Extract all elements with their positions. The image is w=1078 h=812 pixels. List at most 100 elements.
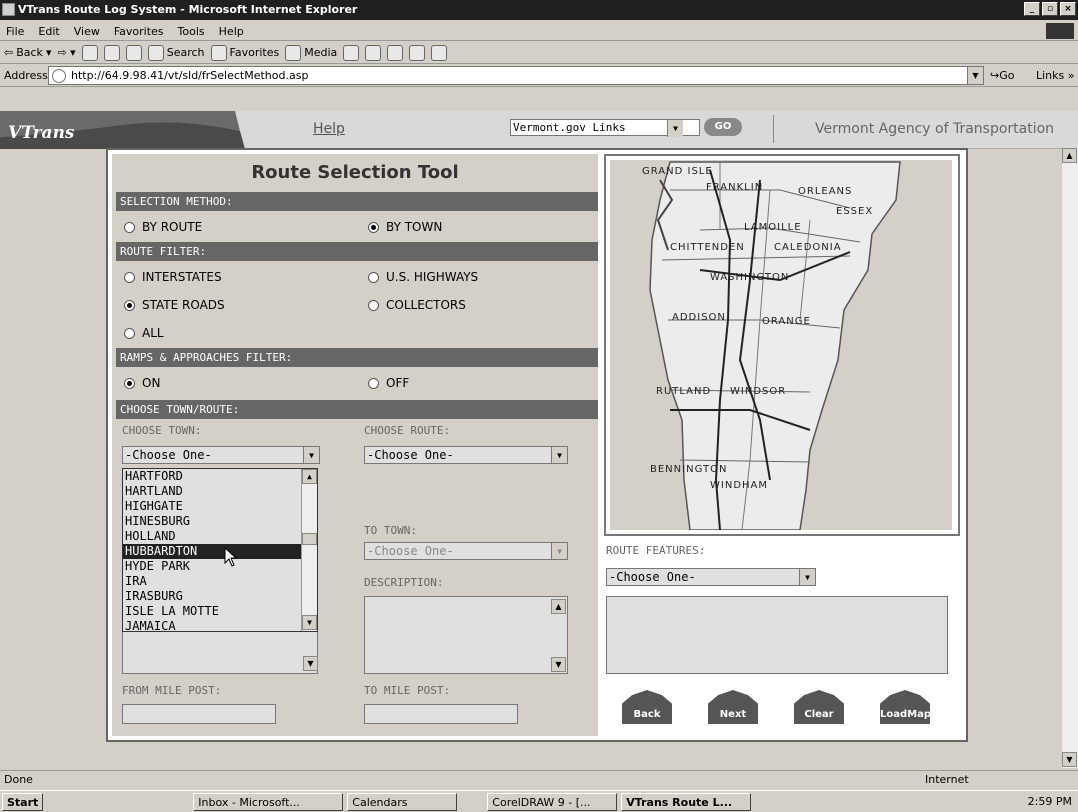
- home-icon[interactable]: [125, 44, 142, 61]
- us-highways-radio[interactable]: U.S. HIGHWAYS: [368, 270, 478, 284]
- taskbar-item-calendars[interactable]: Calendars: [347, 792, 458, 811]
- choose-town-select[interactable]: -Choose One- ▼: [122, 446, 320, 464]
- loadmap-nav-button[interactable]: LoadMap: [880, 690, 932, 724]
- menu-help[interactable]: Help: [219, 25, 244, 40]
- radio-icon: [368, 271, 379, 283]
- town-dropdown-list[interactable]: HARTFORD HARTLAND HIGHGATE HINESBURG HOLLAND…: [122, 468, 318, 633]
- to-mile-post-label: TO MILE POST:: [364, 684, 451, 697]
- search-button[interactable]: Search: [147, 44, 205, 61]
- page-scrollbar[interactable]: ▲ ▼: [1062, 148, 1078, 768]
- menu-favorites[interactable]: Favorites: [114, 25, 164, 40]
- town-list-scrollbar[interactable]: ▲ ▼: [301, 469, 317, 631]
- to-town-select[interactable]: -Choose One- ▼: [364, 542, 568, 560]
- by-route-radio[interactable]: BY ROUTE: [124, 220, 202, 234]
- town-list-item[interactable]: ISLE LA MOTTE: [123, 604, 317, 619]
- town-list-item[interactable]: HIGHGATE: [123, 499, 317, 514]
- from-mile-post-label: FROM MILE POST:: [122, 684, 222, 697]
- address-dropdown-icon[interactable]: ▼: [967, 67, 983, 84]
- taskbar-clock: 2:59 PM: [1027, 795, 1072, 808]
- map-label-chittenden: CHITTENDEN: [670, 242, 745, 253]
- window-title: VTrans Route Log System - Microsoft Inte…: [18, 3, 358, 16]
- interstates-radio[interactable]: INTERSTATES: [124, 270, 222, 284]
- town-list-item[interactable]: HINESBURG: [123, 514, 317, 529]
- to-mile-post-input[interactable]: [364, 704, 518, 724]
- favorites-button[interactable]: Favorites: [210, 44, 279, 61]
- menu-view[interactable]: View: [74, 25, 100, 40]
- scroll-up-icon[interactable]: ▲: [551, 599, 566, 614]
- chevron-down-icon: ▼: [799, 569, 815, 585]
- form-area: Route Selection Tool SELECTION METHOD: B…: [112, 154, 598, 736]
- by-town-radio[interactable]: BY TOWN: [368, 220, 442, 234]
- taskbar-item-coreldraw[interactable]: CorelDRAW 9 - [...: [487, 792, 618, 811]
- collectors-radio[interactable]: COLLECTORS: [368, 298, 466, 312]
- back-button[interactable]: ⇦ Back ▾: [4, 46, 51, 59]
- from-mile-post-input[interactable]: [122, 704, 276, 724]
- links-toolbar[interactable]: Links »: [1036, 69, 1074, 82]
- taskbar-item-inbox[interactable]: Inbox - Microsoft...: [193, 792, 344, 811]
- scroll-up-icon[interactable]: ▲: [302, 469, 317, 484]
- state-roads-radio[interactable]: STATE ROADS: [124, 298, 225, 312]
- minimize-button[interactable]: _: [1024, 2, 1040, 16]
- chevron-down-icon: ▼: [551, 543, 567, 559]
- choose-route-select[interactable]: -Choose One- ▼: [364, 446, 568, 464]
- scroll-thumb[interactable]: [302, 533, 317, 545]
- town-list-bottom-area: ▼: [122, 632, 318, 674]
- menu-tools[interactable]: Tools: [178, 25, 205, 40]
- history-icon[interactable]: [343, 44, 360, 61]
- ramps-on-radio[interactable]: ON: [124, 376, 160, 390]
- all-radio[interactable]: ALL: [124, 326, 164, 340]
- discuss-icon[interactable]: [431, 44, 448, 61]
- town-list-item[interactable]: HUBBARDTON: [123, 544, 317, 559]
- map-label-washington: WASHINGTON: [710, 272, 790, 283]
- maximize-button[interactable]: ▫: [1042, 2, 1058, 16]
- route-filter-header: ROUTE FILTER:: [116, 242, 598, 261]
- route-features-box[interactable]: [606, 596, 948, 674]
- vtrans-logo[interactable]: VTrans: [8, 123, 75, 143]
- media-button[interactable]: Media: [285, 44, 337, 61]
- address-input[interactable]: http://64.9.98.41/vt/sld/frSelectMethod.…: [48, 66, 984, 85]
- route-features-select[interactable]: -Choose One- ▼: [606, 568, 816, 586]
- town-list-item[interactable]: HOLLAND: [123, 529, 317, 544]
- scroll-down-icon[interactable]: ▼: [302, 615, 317, 630]
- links-go-button[interactable]: GO: [704, 118, 742, 136]
- radio-selected-icon: [368, 221, 379, 233]
- close-button[interactable]: ×: [1060, 2, 1076, 16]
- menu-file[interactable]: File: [6, 25, 24, 40]
- town-list-item[interactable]: HARTLAND: [123, 484, 317, 499]
- scroll-up-icon[interactable]: ▲: [1062, 148, 1077, 163]
- help-link[interactable]: Help: [313, 121, 345, 137]
- clear-nav-button[interactable]: Clear: [794, 690, 844, 724]
- ramps-off-radio[interactable]: OFF: [368, 376, 409, 390]
- print-icon[interactable]: [387, 44, 404, 61]
- address-url: http://64.9.98.41/vt/sld/frSelectMethod.…: [71, 69, 309, 82]
- edit-icon[interactable]: [409, 44, 426, 61]
- scroll-down-icon[interactable]: ▼: [551, 657, 566, 672]
- town-list-item[interactable]: HYDE PARK: [123, 559, 317, 574]
- status-bar: Done Internet: [0, 770, 1078, 788]
- status-text: Done: [4, 773, 33, 786]
- chevron-down-icon: ▼: [551, 447, 567, 463]
- town-list-item[interactable]: HARTFORD: [123, 469, 317, 484]
- vermont-map[interactable]: GRAND ISLE FRANKLIN ORLEANS ESSEX LAMOIL…: [610, 160, 952, 530]
- taskbar-item-vtrans[interactable]: VTrans Route L...: [621, 792, 752, 811]
- scroll-down-icon[interactable]: ▼: [1062, 752, 1077, 767]
- map-label-grand-isle: GRAND ISLE: [642, 166, 713, 177]
- go-button[interactable]: ↪Go: [990, 69, 1014, 82]
- menu-edit[interactable]: Edit: [38, 25, 59, 40]
- mail-icon[interactable]: [365, 44, 382, 61]
- forward-button[interactable]: ⇨ ▾: [57, 46, 75, 59]
- choose-town-label: CHOOSE TOWN:: [122, 424, 202, 437]
- stop-icon[interactable]: [81, 44, 98, 61]
- town-list-item[interactable]: IRA: [123, 574, 317, 589]
- start-button[interactable]: Start: [2, 792, 44, 811]
- refresh-icon[interactable]: [103, 44, 120, 61]
- next-nav-button[interactable]: Next: [708, 690, 758, 724]
- map-label-windsor: WINDSOR: [730, 386, 787, 397]
- chevron-down-icon: ▼: [667, 120, 683, 137]
- description-textarea[interactable]: ▲ ▼: [364, 596, 568, 674]
- town-list-item[interactable]: IRASBURG: [123, 589, 317, 604]
- back-nav-button[interactable]: Back: [622, 690, 672, 724]
- scroll-down-icon[interactable]: ▼: [303, 656, 318, 671]
- loadmap-button-label: LoadMap: [880, 709, 932, 720]
- vermont-links-select[interactable]: Vermont.gov Links ▼: [510, 119, 700, 137]
